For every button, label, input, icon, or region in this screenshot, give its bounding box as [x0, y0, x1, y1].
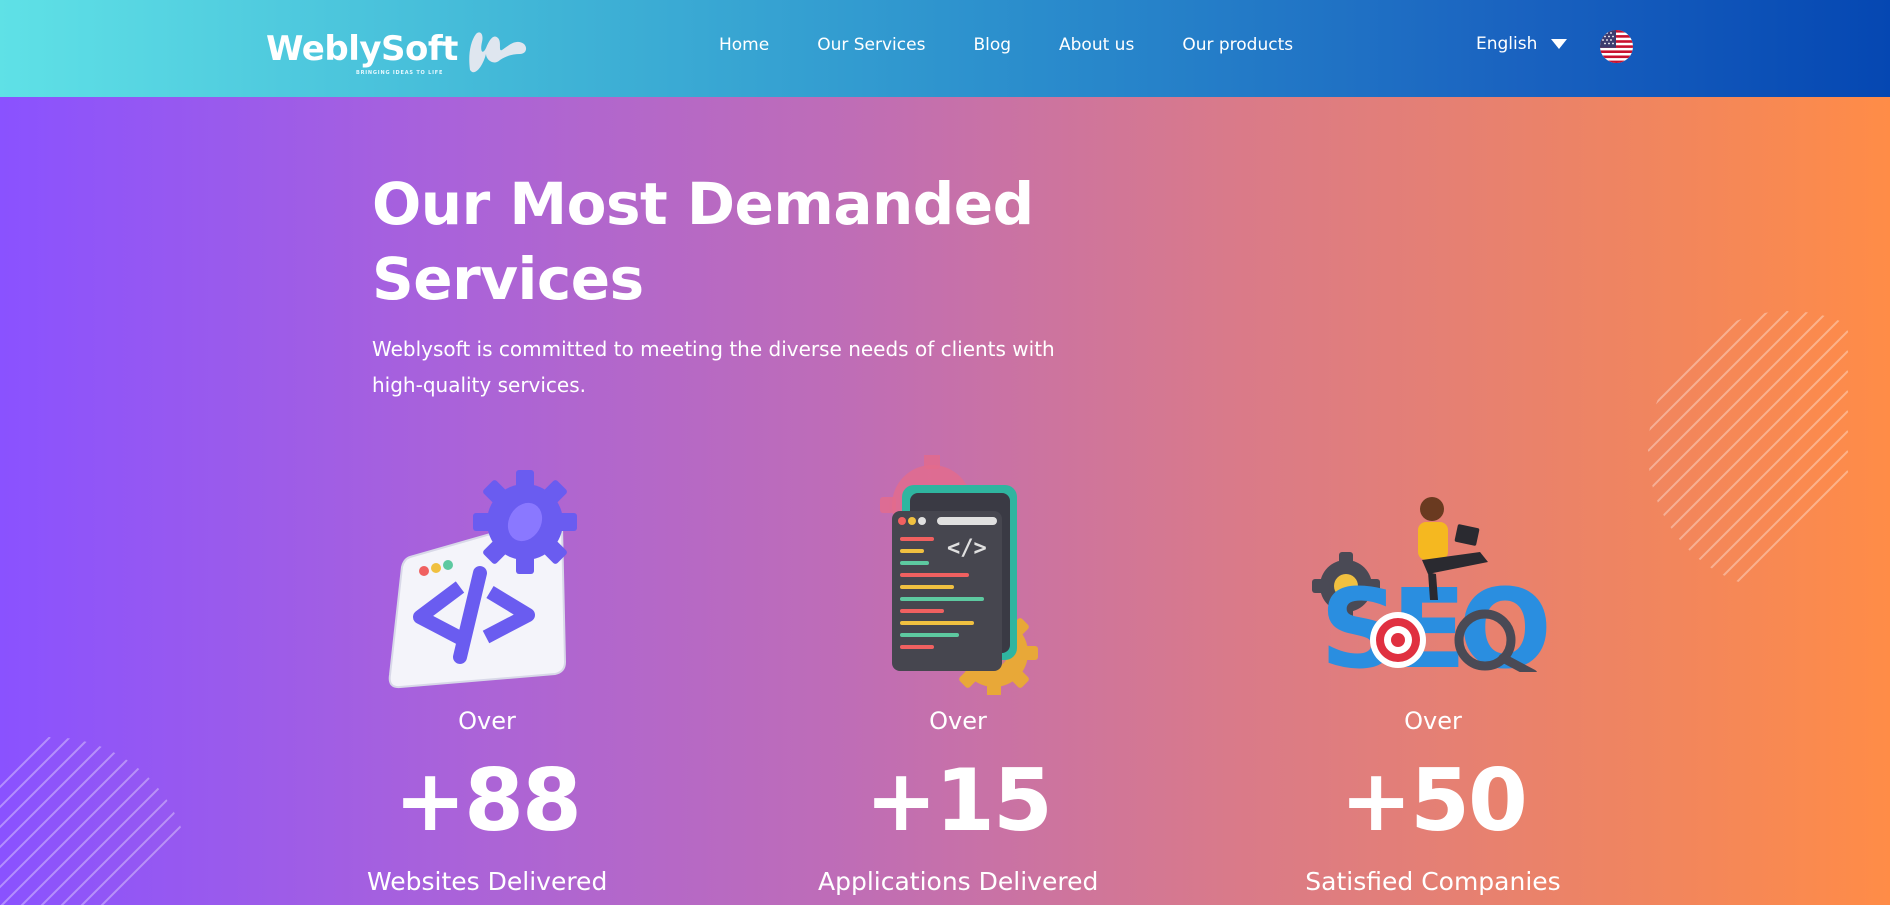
us-flag-icon[interactable] [1600, 30, 1633, 63]
stat-label: Satisfied Companies [1305, 867, 1561, 896]
brand-mark-icon [469, 32, 526, 73]
web-development-icon [388, 470, 577, 689]
nav-home[interactable]: Home [719, 35, 769, 55]
brand-logo[interactable]: WeblySoft BRINGING IDEAS TO LIFE [266, 28, 530, 78]
stat-label: Websites Delivered [367, 867, 608, 896]
language-label: English [1476, 34, 1538, 54]
chevron-down-icon [1551, 39, 1568, 49]
site-header: WeblySoft BRINGING IDEAS TO LIFE Home Ou… [0, 0, 1890, 97]
brand-name: WeblySoft [266, 29, 458, 69]
stat-applications: Over +15 Applications Delivered [818, 707, 1098, 896]
mobile-app-icon: </> [880, 455, 1038, 695]
hero-title: Our Most Demanded Services [372, 170, 1034, 313]
stat-prefix: Over [1404, 707, 1462, 735]
nav-our-products[interactable]: Our products [1182, 35, 1293, 55]
nav-our-services[interactable]: Our Services [817, 35, 925, 55]
stat-companies: Over +50 Satisfied Companies [1303, 707, 1563, 896]
stat-prefix: Over [929, 707, 987, 735]
decorative-stripes-icon [0, 737, 190, 905]
stat-value: +50 [1340, 751, 1528, 851]
seo-icon: SEO [1312, 497, 1554, 672]
stat-value: +88 [394, 751, 582, 851]
services-hero: Our Most Demanded Services Weblysoft is … [0, 97, 1890, 905]
stat-prefix: Over [458, 707, 516, 735]
nav-about-us[interactable]: About us [1059, 35, 1134, 55]
language-selector[interactable]: English [1476, 34, 1568, 54]
stat-label: Applications Delivered [818, 867, 1099, 896]
svg-text:</>: </> [947, 536, 987, 561]
main-nav: Home Our Services Blog About us Our prod… [719, 35, 1293, 55]
nav-blog[interactable]: Blog [973, 35, 1011, 55]
stat-websites: Over +88 Websites Delivered [367, 707, 607, 896]
brand-tagline: BRINGING IDEAS TO LIFE [356, 70, 444, 76]
stat-value: +15 [865, 751, 1053, 851]
hero-description: Weblysoft is committed to meeting the di… [372, 337, 1055, 397]
decorative-stripes-icon [1648, 311, 1848, 591]
